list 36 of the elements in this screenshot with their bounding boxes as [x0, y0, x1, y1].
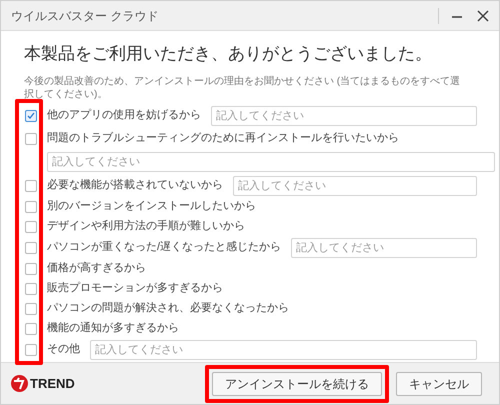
logo-icon: [11, 375, 28, 392]
reason-label: デザインや利用方法の手順が難しいから: [47, 218, 245, 234]
reason-label: その他: [47, 342, 80, 358]
reason-label: パソコンが重くなった/遅くなったと感じたから: [47, 240, 282, 256]
reason-label: 別のバージョンをインストールしたいから: [47, 199, 256, 214]
dialog-button[interactable]: アンインストールを続ける: [212, 372, 382, 396]
input-field[interactable]: 記入してください: [233, 176, 477, 196]
reason-label: 必要な機能が搭載されていないから: [47, 178, 223, 194]
reason-label: 販売プロモーションが多すぎるから: [47, 280, 223, 296]
heading: 本製品をご利用いただき、ありがとうございました。: [24, 43, 433, 65]
dialog-button[interactable]: キャンセル: [396, 372, 482, 396]
reason-label: 問題のトラブルシューティングのために再インストールを行いたいから: [47, 130, 399, 146]
checkbox[interactable]: [25, 344, 37, 356]
input-field[interactable]: 記入してください: [291, 238, 477, 258]
reason-label: 価格が高すぎるから: [47, 260, 146, 276]
input-field[interactable]: 記入してください: [211, 106, 477, 126]
input-field[interactable]: 記入してください: [47, 152, 495, 172]
input-field[interactable]: 記入してください: [90, 340, 477, 360]
reason-label: 機能の通知が多すぎるから: [47, 320, 179, 336]
checkbox[interactable]: [25, 180, 37, 192]
checkbox[interactable]: [25, 200, 37, 212]
checkbox[interactable]: [25, 282, 37, 294]
checkbox[interactable]: [25, 132, 37, 144]
checkbox[interactable]: [25, 302, 37, 314]
checkbox[interactable]: [25, 242, 37, 254]
reason-label: パソコンの問題が解決され、必要なくなったから: [47, 300, 289, 316]
checkbox[interactable]: [25, 322, 37, 334]
checkmark-icon: [27, 112, 35, 120]
instructions: 今後の製品改善のため、アンインストールの理由をお聞かせください (当てはまるものをすべて選択してください)。: [24, 74, 462, 100]
reason-label: 他のアプリの使用を妨げるから: [47, 108, 201, 124]
checkbox[interactable]: [25, 110, 37, 122]
checkbox[interactable]: [25, 262, 37, 274]
window-title: ウイルスバスター クラウド: [11, 8, 158, 24]
close-icon[interactable]: [477, 10, 489, 22]
logo-text: TREND: [30, 374, 75, 393]
checkbox[interactable]: [25, 220, 37, 232]
